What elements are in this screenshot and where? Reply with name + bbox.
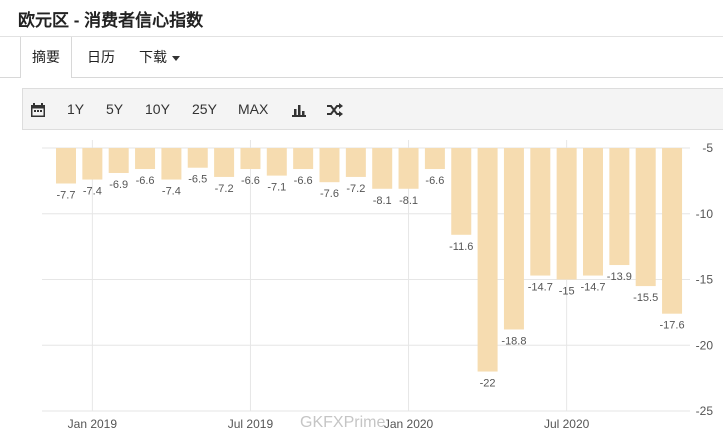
- bar[interactable]: [477, 148, 498, 372]
- range-5y-button[interactable]: 5Y: [106, 89, 123, 129]
- y-tick-label: -15: [696, 273, 714, 287]
- bar-value-label: -7.4: [162, 186, 181, 198]
- bar[interactable]: [214, 148, 235, 177]
- bar[interactable]: [293, 148, 314, 170]
- page-title: 欧元区 - 消费者信心指数: [18, 11, 204, 30]
- bar-value-label: -6.6: [294, 175, 313, 187]
- tab-download[interactable]: 下载: [139, 37, 180, 77]
- bar-value-label: -6.6: [425, 175, 444, 187]
- bar[interactable]: [583, 148, 603, 276]
- x-tick-label: Jan 2019: [68, 417, 118, 431]
- bar[interactable]: [424, 148, 445, 170]
- tab-calendar[interactable]: 日历: [87, 37, 115, 77]
- bar[interactable]: [319, 148, 340, 183]
- range-10y-button[interactable]: 10Y: [145, 89, 170, 129]
- watermark: GKFXPrime: [300, 414, 386, 431]
- bar[interactable]: [56, 148, 76, 184]
- bar-value-label: -14.7: [580, 282, 605, 294]
- range-1y-button[interactable]: 1Y: [67, 89, 84, 129]
- bar[interactable]: [609, 148, 630, 266]
- bar-value-label: -7.6: [320, 188, 339, 200]
- range-max-button[interactable]: MAX: [238, 89, 268, 129]
- tab-download-label: 下载: [139, 49, 167, 65]
- y-tick-label: -20: [696, 338, 714, 352]
- bar[interactable]: [266, 148, 287, 176]
- bar[interactable]: [530, 148, 551, 276]
- bar-value-label: -7.1: [267, 182, 286, 194]
- shuffle-icon[interactable]: [327, 89, 343, 129]
- consumer-confidence-chart: -5 -10 -15 -20 -25 -7.7 -7.4 -6.9 -6.6 -7.4 -6.5 -7…: [42, 140, 714, 431]
- bar[interactable]: [451, 148, 472, 235]
- bar-value-label: -15: [559, 286, 575, 298]
- chevron-down-icon: [172, 55, 180, 61]
- bar-value-label: -6.9: [109, 179, 128, 191]
- chart-area: -5 -10 -15 -20 -25 -7.7 -7.4 -6.9 -6.6 -7.4 -6.5 -7…: [0, 128, 723, 441]
- bar-value-label: -7.2: [215, 183, 234, 195]
- bar[interactable]: [82, 148, 103, 180]
- bar-chart-icon[interactable]: [292, 89, 306, 129]
- bar[interactable]: [240, 148, 261, 170]
- bar[interactable]: [372, 148, 393, 189]
- bar[interactable]: [161, 148, 182, 180]
- tab-calendar-label: 日历: [87, 49, 115, 65]
- bar[interactable]: [345, 148, 366, 177]
- bar-value-label: -6.6: [136, 175, 155, 187]
- bar-value-label: -13.9: [607, 271, 632, 283]
- bar[interactable]: [108, 148, 129, 173]
- bar-value-label: -6.5: [188, 174, 207, 186]
- x-tick-label: Jul 2019: [228, 417, 274, 431]
- bar[interactable]: [556, 148, 577, 280]
- bar[interactable]: [662, 148, 683, 314]
- tab-summary[interactable]: 摘要: [20, 37, 72, 78]
- x-tick-label: Jul 2020: [544, 417, 590, 431]
- bar[interactable]: [135, 148, 156, 170]
- bar-value-label: -18.8: [501, 335, 526, 347]
- bar[interactable]: [503, 148, 524, 330]
- bar-value-label: -7.7: [57, 190, 76, 202]
- calendar-icon[interactable]: [31, 89, 45, 129]
- range-25y-button[interactable]: 25Y: [192, 89, 217, 129]
- x-tick-label: Jan 2020: [384, 417, 434, 431]
- y-tick-label: -5: [702, 141, 713, 155]
- bar-value-label: -14.7: [528, 282, 553, 294]
- y-tick-label: -10: [696, 207, 714, 221]
- tab-bar: 摘要 日历 下载: [0, 37, 723, 78]
- bar[interactable]: [187, 148, 208, 168]
- y-tick-label: -25: [696, 404, 714, 418]
- bar-value-label: -7.4: [83, 186, 102, 198]
- tab-summary-label: 摘要: [32, 49, 60, 65]
- bar-value-label: -8.1: [373, 195, 392, 207]
- bar-value-label: -17.6: [660, 320, 685, 332]
- bar[interactable]: [398, 148, 419, 189]
- bar-value-label: -22: [480, 378, 496, 390]
- bar-value-label: -11.6: [449, 241, 473, 253]
- chart-toolbar: 1Y 5Y 10Y 25Y MAX: [22, 88, 723, 130]
- title-bar: 欧元区 - 消费者信心指数: [0, 0, 723, 37]
- bar-value-label: -8.1: [399, 195, 418, 207]
- bar[interactable]: [635, 148, 656, 287]
- bar-value-label: -7.2: [346, 183, 365, 195]
- bar-value-label: -15.5: [633, 292, 658, 304]
- bar-value-label: -6.6: [241, 175, 260, 187]
